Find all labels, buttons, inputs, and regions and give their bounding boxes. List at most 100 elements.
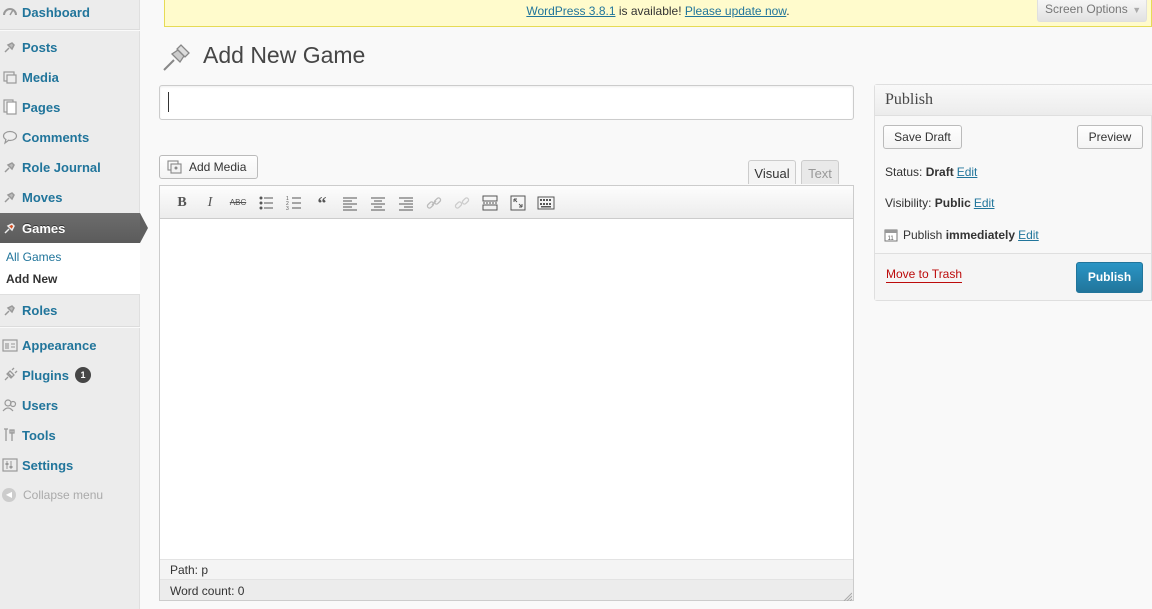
tab-visual[interactable]: Visual <box>748 160 796 184</box>
edit-schedule-link[interactable]: Edit <box>1018 228 1039 242</box>
tools-icon <box>2 427 18 443</box>
sidebar-item-pages[interactable]: Pages <box>0 92 140 122</box>
post-visibility: Visibility: Public Edit <box>885 196 995 210</box>
preview-button[interactable]: Preview <box>1077 125 1143 149</box>
collapse-menu-button[interactable]: ◀ Collapse menu <box>0 488 103 502</box>
dashboard-icon <box>2 4 18 20</box>
appearance-icon <box>2 337 18 353</box>
sidebar-item-games[interactable]: Games <box>0 213 140 243</box>
editor-content-area[interactable] <box>160 220 853 559</box>
publish-actions: Move to Trash Publish <box>875 253 1151 300</box>
fullscreen-icon[interactable] <box>509 194 527 212</box>
insert-more-tag-icon[interactable] <box>481 194 499 212</box>
unlink-icon[interactable] <box>453 194 471 212</box>
tab-text[interactable]: Text <box>801 160 839 184</box>
add-media-label: Add Media <box>189 160 247 174</box>
screen-options-label: Screen Options <box>1045 2 1128 16</box>
screen-options-button[interactable]: Screen Options ▼ <box>1037 0 1147 22</box>
plugin-update-count-badge: 1 <box>74 367 91 383</box>
sidebar-item-label: Appearance <box>22 337 97 353</box>
italic-button[interactable]: I <box>201 194 219 212</box>
align-right-icon[interactable] <box>397 194 415 212</box>
menu-separator <box>0 29 140 31</box>
sidebar-item-comments[interactable]: Comments <box>0 122 140 152</box>
sidebar-item-appearance[interactable]: Appearance <box>0 330 140 360</box>
edit-status-link[interactable]: Edit <box>957 165 978 179</box>
settings-icon <box>2 457 18 473</box>
bold-button[interactable]: B <box>173 194 191 212</box>
insert-link-icon[interactable] <box>425 194 443 212</box>
add-media-button[interactable]: Add Media <box>159 155 258 179</box>
menu-separator <box>0 326 140 328</box>
calendar-icon: 11 <box>884 228 898 242</box>
publish-label: Publish <box>903 228 946 242</box>
pin-icon <box>2 302 18 318</box>
bullet-list-icon[interactable] <box>257 194 275 212</box>
blockquote-icon[interactable]: “ <box>313 194 331 212</box>
status-value: Draft <box>925 165 954 179</box>
save-draft-button[interactable]: Save Draft <box>883 125 962 149</box>
text-caret <box>168 92 169 112</box>
submenu-add-new[interactable]: Add New <box>6 272 57 286</box>
sidebar-item-settings[interactable]: Settings <box>0 450 140 480</box>
pin-icon <box>2 220 18 236</box>
sidebar-item-moves[interactable]: Moves <box>0 182 140 212</box>
resize-handle-icon[interactable] <box>842 589 853 602</box>
media-icon <box>167 160 183 174</box>
svg-text:11: 11 <box>888 236 895 242</box>
comments-icon <box>2 129 18 145</box>
publish-value: immediately <box>945 228 1016 242</box>
wordpress-version-link[interactable]: WordPress 3.8.1 <box>526 4 615 18</box>
sidebar-item-dashboard[interactable]: Dashboard <box>0 0 140 27</box>
sidebar-item-label: Dashboard <box>22 4 90 20</box>
move-to-trash-link[interactable]: Move to Trash <box>886 267 963 283</box>
visibility-value: Public <box>934 196 971 210</box>
sidebar-item-media[interactable]: Media <box>0 62 140 92</box>
sidebar-item-label: Tools <box>22 427 56 443</box>
dropdown-arrow-icon: ▼ <box>1129 5 1142 15</box>
sidebar-item-label: Posts <box>22 39 58 55</box>
align-left-icon[interactable] <box>341 194 359 212</box>
publish-button[interactable]: Publish <box>1076 262 1143 293</box>
collapse-menu-label: Collapse menu <box>23 488 104 502</box>
plugins-icon <box>2 367 18 383</box>
edit-visibility-link[interactable]: Edit <box>974 196 995 210</box>
nag-text: is available! <box>615 4 685 18</box>
post-title-input[interactable] <box>159 85 854 120</box>
editor-toolbar: B I ABC 123 “ <box>160 186 853 219</box>
visibility-label: Visibility: <box>885 196 935 210</box>
sidebar-item-users[interactable]: Users <box>0 390 140 420</box>
post-status: Status: Draft Edit <box>885 165 977 179</box>
sidebar-item-label: Comments <box>22 129 90 145</box>
strikethrough-button[interactable]: ABC <box>229 194 247 212</box>
sidebar-item-posts[interactable]: Posts <box>0 32 140 62</box>
sidebar-item-roles[interactable]: Roles <box>0 295 140 325</box>
sidebar-item-label: Games <box>22 220 66 236</box>
publish-box-heading: Publish <box>875 85 1152 116</box>
sidebar-item-label: Roles <box>22 302 58 318</box>
sidebar-item-label: Users <box>22 397 59 413</box>
games-submenu: All Games Add New <box>0 243 140 295</box>
submenu-all-games[interactable]: All Games <box>6 250 61 264</box>
publish-box: Publish Save Draft Preview Status: Draft… <box>874 84 1152 301</box>
admin-sidebar: Dashboard Posts Media Pages Comments Rol… <box>0 0 140 609</box>
toolbar-toggle-icon[interactable] <box>537 194 555 212</box>
collapse-arrow-icon: ◀ <box>2 488 16 502</box>
sidebar-item-tools[interactable]: Tools <box>0 420 140 450</box>
sidebar-item-plugins[interactable]: Plugins 1 <box>0 360 140 390</box>
word-count: Word count: 0 <box>160 579 853 600</box>
editor-path: Path: p <box>160 559 853 579</box>
nag-period: . <box>786 4 790 18</box>
status-label: Status: <box>885 165 926 179</box>
sidebar-item-label: Pages <box>22 99 61 115</box>
align-center-icon[interactable] <box>369 194 387 212</box>
update-now-link[interactable]: Please update now <box>685 4 786 18</box>
users-icon <box>2 397 18 413</box>
sidebar-item-label: Moves <box>22 189 63 205</box>
pushpin-icon <box>160 40 194 74</box>
numbered-list-icon[interactable]: 123 <box>285 194 303 212</box>
media-icon <box>2 69 18 85</box>
publish-schedule: 11 Publish immediately Edit <box>884 228 1039 242</box>
sidebar-item-role-journal[interactable]: Role Journal <box>0 152 140 182</box>
sidebar-item-label: Plugins <box>22 367 69 383</box>
